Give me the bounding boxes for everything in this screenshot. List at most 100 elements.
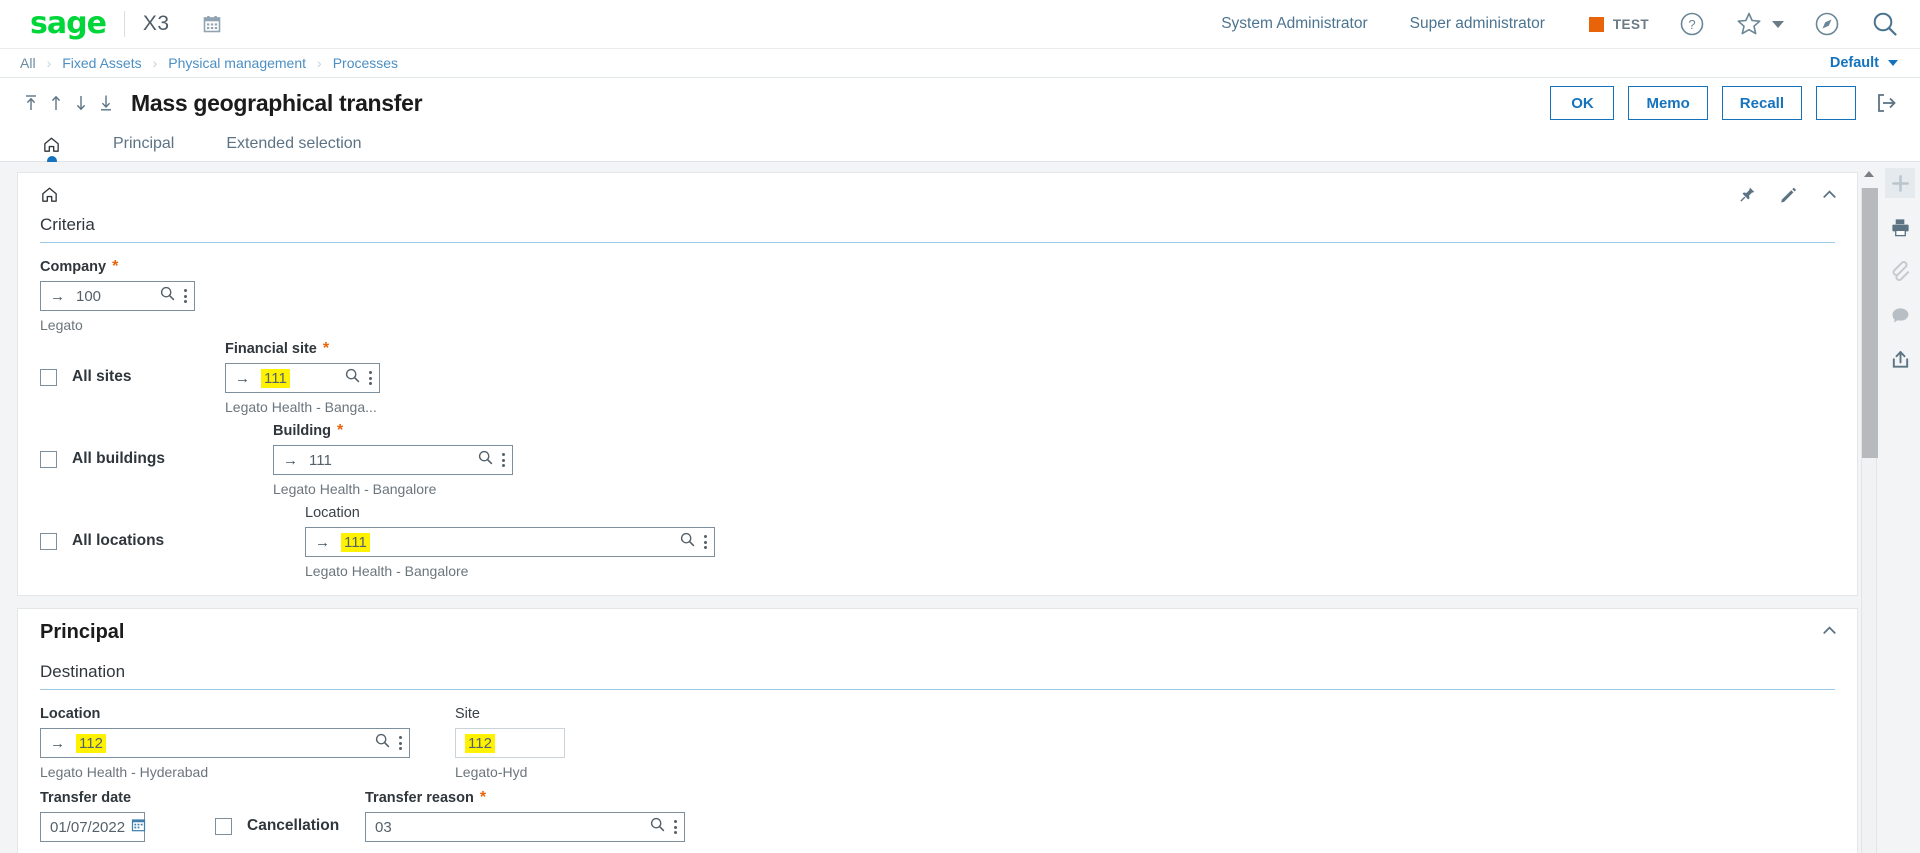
all-sites-checkbox-row[interactable]: All sites	[40, 341, 225, 386]
calendar-icon[interactable]	[131, 817, 146, 837]
required-marker: *	[479, 789, 487, 806]
calendar-icon[interactable]	[202, 14, 222, 34]
ok-button[interactable]: OK	[1550, 86, 1615, 120]
kebab-menu-icon[interactable]	[674, 819, 677, 835]
search-icon[interactable]	[160, 286, 175, 306]
company-input[interactable]: → 100	[40, 281, 195, 311]
environment-label: TEST	[1612, 16, 1649, 32]
kebab-menu-icon[interactable]	[184, 288, 187, 304]
scroll-up-arrow-icon[interactable]	[1862, 166, 1876, 184]
company-value: 100	[76, 287, 102, 305]
chevron-down-icon[interactable]	[1772, 20, 1784, 28]
all-locations-checkbox-row[interactable]: All locations	[40, 505, 225, 550]
environment-indicator[interactable]: TEST	[1588, 16, 1649, 32]
transfer-reason-value: 03	[375, 818, 392, 836]
memo-button[interactable]: Memo	[1628, 86, 1708, 120]
all-locations-checkbox[interactable]	[40, 532, 57, 550]
view-selector[interactable]: Default	[1830, 55, 1898, 71]
search-icon[interactable]	[478, 450, 493, 470]
breadcrumb-item-all[interactable]: All	[20, 55, 36, 71]
add-plus-icon[interactable]	[1885, 168, 1915, 198]
vertical-scrollbar[interactable]	[1858, 162, 1880, 853]
principal-block-title: Principal	[40, 621, 125, 643]
breadcrumb-item-physical-management[interactable]: Physical management	[168, 55, 306, 71]
share-upload-icon[interactable]	[1885, 344, 1915, 374]
criteria-row-locations: All locations Location → 111 Legato Heal…	[40, 505, 1835, 579]
form-scroll-area: Criteria Company * → 100 Legato All site…	[0, 162, 1858, 853]
search-icon[interactable]	[680, 532, 695, 552]
arrow-right-icon[interactable]: →	[235, 371, 250, 386]
recall-button[interactable]: Recall	[1721, 86, 1802, 120]
tab-home[interactable]	[32, 127, 71, 166]
compass-icon[interactable]	[1814, 11, 1840, 37]
arrow-right-icon[interactable]: →	[283, 453, 298, 468]
cancellation-checkbox[interactable]	[215, 817, 232, 835]
attachment-icon[interactable]	[1885, 256, 1915, 286]
super-administrator-link[interactable]: Super administrator	[1410, 15, 1545, 33]
chevron-up-icon[interactable]	[1820, 185, 1839, 204]
principal-card-actions	[1820, 621, 1839, 640]
destination-location-input[interactable]: → 112	[40, 728, 410, 758]
breadcrumb-item-processes[interactable]: Processes	[333, 55, 398, 71]
tab-principal[interactable]: Principal	[99, 127, 188, 161]
exit-icon[interactable]	[1874, 91, 1898, 115]
financial-site-label: Financial site *	[225, 341, 380, 358]
record-navigation	[20, 90, 117, 116]
kebab-menu-icon[interactable]	[502, 452, 505, 468]
kebab-menu-icon[interactable]	[399, 735, 402, 751]
pencil-icon[interactable]	[1779, 185, 1798, 204]
help-icon[interactable]: ?	[1679, 11, 1705, 37]
page-title: Mass geographical transfer	[131, 89, 423, 116]
pin-icon[interactable]	[1738, 185, 1757, 204]
next-record-icon[interactable]	[70, 90, 92, 116]
favorites-star-icon[interactable]	[1735, 10, 1784, 38]
building-input[interactable]: → 111	[273, 445, 513, 475]
first-record-icon[interactable]	[20, 90, 42, 116]
criteria-location-input[interactable]: → 111	[305, 527, 715, 557]
search-icon[interactable]	[1870, 9, 1900, 39]
criteria-home-icon[interactable]	[40, 185, 1835, 209]
more-actions-button[interactable]	[1816, 86, 1856, 120]
chevron-down-icon	[1888, 60, 1898, 66]
destination-site-input[interactable]: 112	[455, 728, 565, 758]
all-buildings-checkbox[interactable]	[40, 450, 57, 468]
criteria-row-sites: All sites Financial site * → 111 Legato …	[40, 341, 1835, 415]
search-icon[interactable]	[375, 733, 390, 753]
transfer-reason-input[interactable]: 03	[365, 812, 685, 842]
all-sites-checkbox[interactable]	[40, 368, 57, 386]
cancellation-checkbox-row[interactable]: Cancellation	[215, 790, 365, 835]
company-label-text: Company	[40, 259, 107, 275]
transfer-date-value: 01/07/2022	[50, 818, 126, 836]
arrow-right-icon[interactable]: →	[50, 289, 65, 304]
previous-record-icon[interactable]	[45, 90, 67, 116]
comment-icon[interactable]	[1885, 300, 1915, 330]
transfer-date-input[interactable]: 01/07/2022	[40, 812, 146, 842]
sage-logo[interactable]: sage	[30, 9, 107, 39]
search-icon[interactable]	[650, 817, 665, 837]
breadcrumb-separator: ›	[152, 55, 158, 71]
logo-divider	[123, 11, 125, 37]
tab-extended-selection[interactable]: Extended selection	[212, 127, 375, 161]
criteria-card: Criteria Company * → 100 Legato All site…	[17, 172, 1858, 596]
financial-site-input[interactable]: → 111	[225, 363, 380, 393]
tab-bar: Principal Extended selection	[0, 127, 1920, 166]
right-rail-wrapper	[1858, 162, 1920, 853]
arrow-right-icon[interactable]: →	[315, 535, 330, 550]
all-buildings-checkbox-row[interactable]: All buildings	[40, 423, 225, 468]
chevron-up-icon[interactable]	[1820, 621, 1839, 640]
system-administrator-link[interactable]: System Administrator	[1221, 15, 1367, 33]
workspace: Criteria Company * → 100 Legato All site…	[0, 162, 1920, 853]
scrollbar-thumb[interactable]	[1862, 188, 1878, 458]
financial-site-label-text: Financial site	[225, 341, 317, 357]
all-locations-label: All locations	[72, 532, 165, 549]
kebab-menu-icon[interactable]	[369, 370, 372, 386]
kebab-menu-icon[interactable]	[704, 534, 707, 550]
breadcrumb-item-fixed-assets[interactable]: Fixed Assets	[62, 55, 141, 71]
building-label-text: Building	[273, 423, 331, 439]
last-record-icon[interactable]	[95, 90, 117, 116]
search-icon[interactable]	[345, 368, 360, 388]
print-icon[interactable]	[1885, 212, 1915, 242]
arrow-right-icon[interactable]: →	[50, 736, 65, 751]
right-action-rail	[1880, 162, 1920, 853]
scrollbar-track[interactable]	[1861, 188, 1878, 853]
